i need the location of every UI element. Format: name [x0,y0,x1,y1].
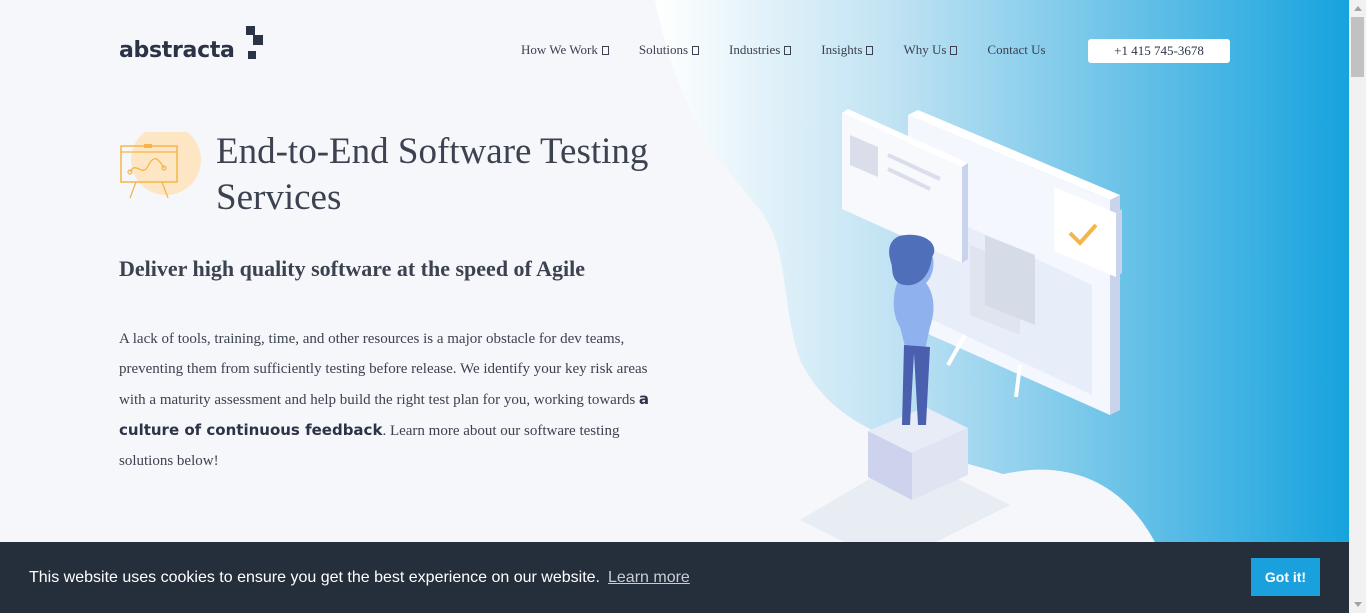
cookie-banner: This website uses cookies to ensure you … [0,542,1349,613]
nav-label: Contact Us [987,42,1046,57]
nav-insights[interactable]: Insights [821,42,874,58]
phone-button[interactable]: +1 415 745-3678 [1088,39,1230,63]
nav-label: Solutions [638,42,688,57]
learn-more-link[interactable]: Learn more [608,569,690,587]
nav-industries[interactable]: Industries [729,42,792,58]
paragraph-text: A lack of tools, training, time, and oth… [119,331,648,408]
chevron-down-icon [950,45,958,55]
got-it-button[interactable]: Got it! [1251,558,1320,596]
main-nav: How We Work Solutions Industries Insight… [521,42,1046,58]
abstracta-logo[interactable]: abstracta [119,26,264,62]
logo-text: abstracta [119,38,235,63]
cookie-message: This website uses cookies to ensure you … [29,568,600,586]
nav-label: Insights [821,42,863,57]
scroll-thumb[interactable] [1351,17,1364,77]
page: abstracta How We Work Solutions Industri… [0,0,1349,613]
scroll-up-icon[interactable] [1349,0,1366,17]
nav-label: Industries [729,42,781,57]
person-viewing-test-board-illustration [800,109,1122,545]
chevron-down-icon [692,45,699,55]
scroll-down-icon[interactable] [1349,596,1366,613]
presentation-board-icon [120,132,201,199]
nav-contact-us[interactable]: Contact Us [987,42,1045,58]
chevron-down-icon [866,45,874,55]
hero-paragraph: A lack of tools, training, time, and oth… [119,324,664,476]
nav-label: How We Work [521,42,598,57]
page-title: End-to-End Software Testing Services [216,131,649,218]
vertical-scrollbar[interactable] [1349,0,1366,613]
nav-how-we-work[interactable]: How We Work [521,42,609,58]
nav-label: Why Us [903,42,947,57]
nav-solutions[interactable]: Solutions [639,42,699,58]
logo-mark-icon [238,26,264,62]
chevron-down-icon [784,45,792,55]
chevron-down-icon [601,45,609,55]
hero-subtitle: Deliver high quality software at the spe… [119,256,586,281]
nav-why-us[interactable]: Why Us [903,42,958,58]
